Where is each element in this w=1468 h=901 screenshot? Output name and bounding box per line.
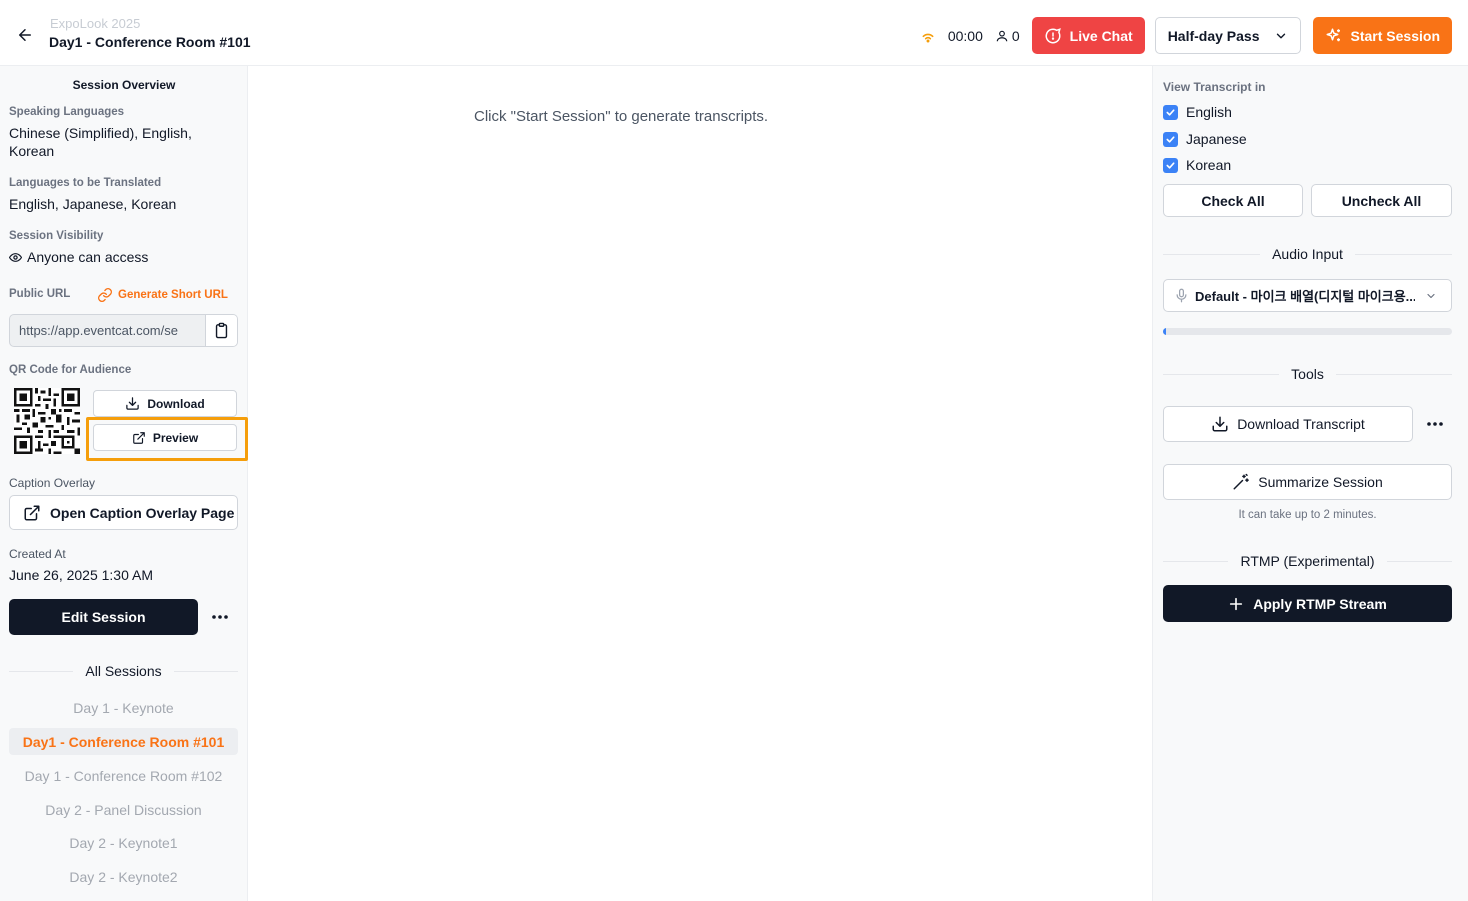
download-icon (126, 397, 140, 410)
copy-url-button[interactable] (205, 315, 237, 346)
external-link-icon (24, 505, 40, 520)
magic-wand-icon (1233, 473, 1250, 490)
session-item[interactable]: Day 1 - Conference Room #102 (9, 762, 238, 789)
open-caption-overlay-button[interactable]: Open Caption Overlay Page (9, 495, 238, 530)
language-checkbox-japanese[interactable]: Japanese (1163, 131, 1247, 147)
visibility-value: Anyone can access (9, 248, 148, 266)
rtmp-title: RTMP (Experimental) (1240, 553, 1375, 569)
start-session-label: Start Session (1350, 27, 1440, 44)
visibility-text: Anyone can access (27, 249, 149, 265)
checkbox-checked-icon (1163, 104, 1178, 120)
panel-title: Session Overview (72, 78, 176, 92)
speaking-languages-label: Speaking Languages (9, 106, 125, 118)
short-url-label: Generate Short URL (118, 289, 228, 301)
tools-more-button[interactable] (1422, 411, 1448, 437)
audio-input-value: Default - 마이크 배열(디지털 마이크용... (1195, 289, 1415, 304)
rtmp-divider: RTMP (Experimental) (1163, 553, 1453, 569)
audio-level-fill (1163, 328, 1166, 335)
event-name: ExpoLook 2025 (50, 16, 141, 31)
summarize-session-button[interactable]: Summarize Session (1163, 464, 1452, 500)
audio-input-title: Audio Input (1272, 246, 1343, 262)
audio-input-divider: Audio Input (1163, 246, 1452, 262)
checkbox-checked-icon (1163, 131, 1178, 147)
live-chat-button[interactable]: Live Chat (1031, 17, 1145, 54)
qr-code-label: QR Code for Audience (9, 364, 132, 376)
session-timer: 00:00 (947, 27, 983, 44)
download-icon (1212, 416, 1228, 432)
session-item[interactable]: Day 2 - Keynote2 (9, 863, 238, 890)
edit-session-button[interactable]: Edit Session (9, 599, 198, 635)
live-chat-label: Live Chat (1069, 27, 1133, 44)
checkbox-checked-icon (1163, 157, 1178, 173)
chat-alert-icon (1045, 27, 1061, 44)
summarize-hint: It can take up to 2 minutes. (1238, 509, 1377, 521)
pass-dropdown[interactable]: Half-day Pass (1154, 17, 1301, 54)
caption-overlay-button-label: Open Caption Overlay Page (50, 504, 235, 521)
download-transcript-button[interactable]: Download Transcript (1163, 406, 1413, 442)
preview-highlight-box (86, 417, 248, 461)
session-item[interactable]: Day 1 - Keynote (9, 694, 238, 721)
download-qr-label: Download (147, 396, 205, 411)
visibility-label: Session Visibility (9, 230, 104, 242)
viewer-count-value: 0 (1011, 27, 1020, 44)
start-session-button[interactable]: Start Session (1312, 17, 1452, 54)
audio-input-select[interactable]: Default - 마이크 배열(디지털 마이크용... (1163, 279, 1452, 312)
apply-rtmp-label: Apply RTMP Stream (1253, 595, 1387, 612)
more-horizontal-icon (1427, 422, 1443, 426)
arrow-left-icon (19, 29, 31, 41)
public-url-box (9, 314, 238, 347)
download-qr-button[interactable]: Download (93, 390, 237, 417)
session-overview-panel: Session Overview Speaking Languages Chin… (0, 66, 248, 901)
more-horizontal-icon (212, 615, 228, 619)
back-button[interactable] (12, 22, 38, 48)
language-checkbox-english[interactable]: English (1163, 104, 1232, 120)
translated-languages-label: Languages to be Translated (9, 177, 162, 189)
session-item-active[interactable]: Day1 - Conference Room #101 (9, 728, 238, 755)
more-options-button[interactable] (207, 604, 233, 630)
caption-overlay-label: Caption Overlay (9, 476, 96, 490)
all-sessions-divider: All Sessions (9, 663, 239, 679)
chevron-down-icon (1427, 293, 1435, 298)
summarize-session-label: Summarize Session (1258, 474, 1383, 490)
plus-icon (1230, 597, 1243, 610)
public-url-input[interactable] (10, 315, 205, 346)
created-at-label: Created At (9, 547, 66, 561)
all-sessions-label: All Sessions (85, 663, 162, 679)
audio-level-meter (1163, 328, 1452, 335)
created-at-value: June 26, 2025 1:30 AM (9, 567, 153, 583)
session-item[interactable]: Day 2 - Keynote1 (9, 829, 238, 856)
eye-icon (9, 252, 22, 262)
qr-code-image (14, 388, 80, 454)
public-url-label: Public URL (9, 288, 71, 300)
viewer-count: 0 (995, 28, 1020, 44)
tools-divider: Tools (1163, 366, 1452, 382)
language-label: Korean (1186, 157, 1232, 173)
controls-panel: View Transcript in English Japanese Kore… (1152, 66, 1468, 901)
transcript-empty-message: Click "Start Session" to generate transc… (474, 108, 769, 125)
session-title: Day1 - Conference Room #101 (49, 34, 251, 50)
view-transcript-label: View Transcript in (1163, 80, 1266, 94)
generate-short-url-link[interactable]: Generate Short URL (97, 287, 228, 303)
apply-rtmp-button[interactable]: Apply RTMP Stream (1163, 585, 1452, 622)
translated-languages-value: English, Japanese, Korean (9, 196, 177, 212)
language-label: English (1186, 104, 1232, 120)
header-actions: 00:00 0 Live Chat Half-day Pass Start Se… (920, 17, 1452, 54)
speaking-languages-value: Chinese (Simplified), English, Korean (9, 125, 192, 159)
download-transcript-label: Download Transcript (1237, 416, 1365, 432)
tools-title: Tools (1291, 366, 1324, 382)
session-item[interactable]: Day 2 - Panel Discussion (9, 796, 238, 823)
sparkles-icon (1326, 28, 1340, 41)
language-checkbox-korean[interactable]: Korean (1163, 157, 1231, 173)
user-icon (996, 30, 1008, 41)
link-icon (98, 288, 112, 302)
microphone-icon (1176, 288, 1187, 303)
language-label: Japanese (1186, 131, 1247, 147)
clipboard-icon (215, 322, 228, 339)
check-all-button[interactable]: Check All (1163, 184, 1303, 217)
uncheck-all-button[interactable]: Uncheck All (1311, 184, 1452, 217)
chevron-down-icon (1276, 33, 1285, 38)
top-header: ExpoLook 2025 Day1 - Conference Room #10… (0, 0, 1468, 66)
wifi-icon (922, 33, 934, 42)
pass-label: Half-day Pass (1167, 27, 1260, 44)
